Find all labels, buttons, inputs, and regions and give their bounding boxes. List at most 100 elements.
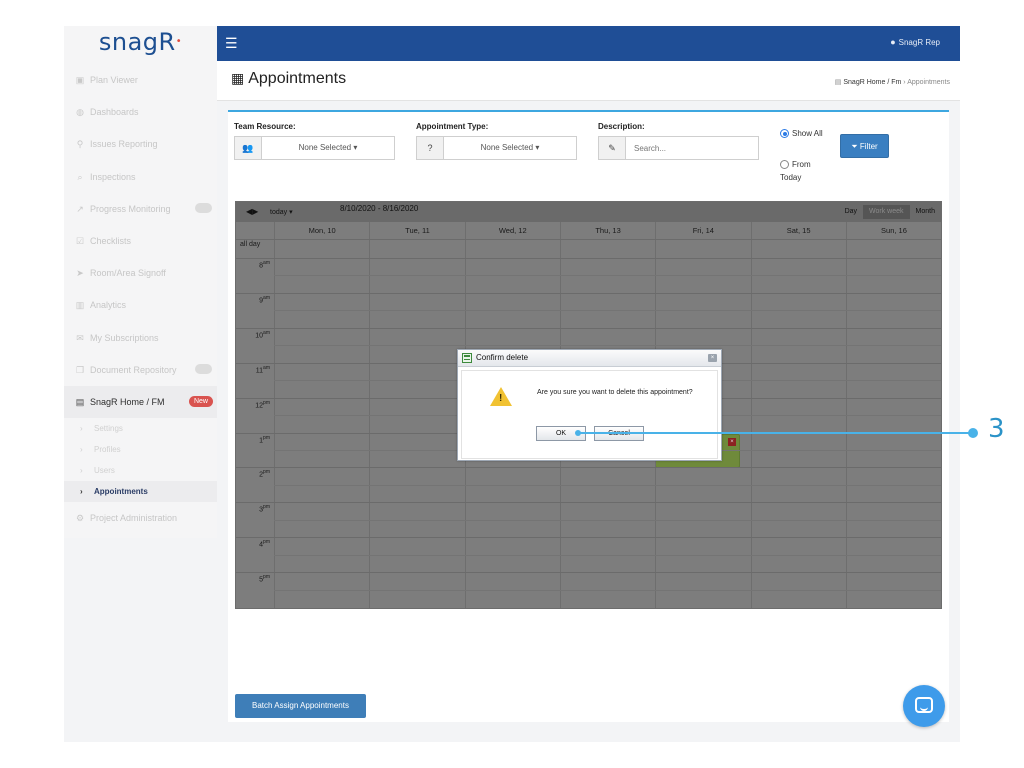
sidebar-subitem-label: Settings xyxy=(94,424,123,434)
view-month[interactable]: Month xyxy=(910,205,941,219)
sidebar-item-label: My Subscriptions xyxy=(90,332,159,343)
next-arrow-icon[interactable]: ▶ xyxy=(252,207,258,216)
building-icon: ▤ xyxy=(75,396,85,407)
radio-from-today[interactable]: From Today xyxy=(780,158,828,184)
sidebar: snagR• ▣ Plan Viewer ◍ Dashboards ⚲ Issues … xyxy=(64,26,217,742)
chevron-right-icon: › xyxy=(80,445,83,455)
today-dropdown[interactable]: today ▾ xyxy=(270,208,293,216)
page-title: ▦ Appointments xyxy=(231,70,346,88)
sidebar-item-progress-monitoring[interactable]: ↗ Progress Monitoring xyxy=(64,193,217,225)
hour-suffix: am xyxy=(263,260,270,266)
breadcrumb-link-home[interactable]: SnagR Home / Fm xyxy=(843,79,901,86)
hour-label: 12pm xyxy=(236,400,274,409)
chat-launcher-button[interactable] xyxy=(903,685,945,727)
new-badge: New xyxy=(188,395,213,407)
callout-line xyxy=(578,432,972,434)
hour-label: 4pm xyxy=(236,539,274,548)
edit-icon: ✎ xyxy=(599,137,626,159)
radio-show-all[interactable]: Show All xyxy=(780,127,828,140)
hour-label: 1pm xyxy=(236,435,274,444)
sidebar-item-label: Progress Monitoring xyxy=(90,203,171,214)
sidebar-item-issues-reporting[interactable]: ⚲ Issues Reporting xyxy=(64,128,217,160)
today-label: today xyxy=(270,209,288,216)
sidebar-subitem-label: Profiles xyxy=(94,445,121,455)
warning-exclamation-icon: ! xyxy=(499,393,503,404)
sidebar-nav: ▣ Plan Viewer ◍ Dashboards ⚲ Issues Reporti… xyxy=(64,64,217,534)
hour-gridline xyxy=(236,537,941,539)
sidebar-subitem-appointments[interactable]: › Appointments xyxy=(64,481,217,503)
chevron-right-icon: › xyxy=(80,487,83,497)
all-day-label: all day xyxy=(240,241,261,248)
close-icon[interactable]: × xyxy=(708,354,717,362)
sidebar-item-snagr-home-fm[interactable]: ▤ SnagR Home / FM New xyxy=(64,385,217,419)
hour-suffix: pm xyxy=(263,469,270,476)
caret-down-icon: ▾ xyxy=(535,143,540,152)
sidebar-item-dashboards[interactable]: ◍ Dashboards xyxy=(64,96,217,128)
hour-label: 3pm xyxy=(236,504,274,513)
description-search-input[interactable] xyxy=(626,140,754,156)
sidebar-item-my-subscriptions[interactable]: ✉ My Subscriptions xyxy=(64,322,217,354)
view-work-week[interactable]: Work week xyxy=(863,205,910,219)
hour-suffix: am xyxy=(263,364,270,371)
half-hour-gridline xyxy=(274,519,941,521)
batch-assign-button[interactable]: Batch Assign Appointments xyxy=(235,694,366,718)
delete-appointment-icon[interactable]: × xyxy=(728,438,736,446)
day-header: Sat, 15 xyxy=(750,222,846,239)
day-header: Fri, 14 xyxy=(655,222,750,239)
sidebar-subitem-label: Appointments xyxy=(94,487,148,497)
sidebar-filler xyxy=(64,538,217,742)
user-menu[interactable]: ● SnagR Rep xyxy=(890,37,940,47)
description-search[interactable]: ✎ xyxy=(598,136,759,160)
sidebar-item-project-administration[interactable]: ⚙ Project Administration xyxy=(64,502,217,534)
sidebar-item-inspections[interactable]: ⌕ Inspections xyxy=(64,161,217,193)
sidebar-item-room-area-signoff[interactable]: ➤ Room/Area Signoff xyxy=(64,257,217,289)
hour-number: 12 xyxy=(255,401,264,409)
dialog-title: Confirm delete xyxy=(476,353,529,362)
team-resource-value: None Selected ▾ xyxy=(262,137,394,159)
building-icon: ▤ xyxy=(834,79,842,86)
hour-number: 10 xyxy=(255,332,264,340)
sidebar-item-analytics[interactable]: ▥ Analytics xyxy=(64,289,217,321)
top-bar: ☰ ● SnagR Rep xyxy=(217,26,960,61)
filter-button[interactable]: ⏷ Filter xyxy=(840,134,889,158)
hour-suffix: pm xyxy=(263,434,270,441)
search-icon: ⌕ xyxy=(77,171,83,182)
calendar-toolbar: ◀▶ today ▾ 8/10/2020 - 8/16/2020 Day Work… xyxy=(236,202,941,222)
view-switcher: Day Work week Month xyxy=(839,205,941,219)
caret-down-icon: ▾ xyxy=(289,209,293,216)
checklist-icon: ☑ xyxy=(75,235,85,246)
team-resource-select[interactable]: 👥 None Selected ▾ xyxy=(234,136,395,160)
hour-gridline xyxy=(236,467,941,469)
user-icon: ● xyxy=(890,37,896,47)
sidebar-item-checklists[interactable]: ☑ Checklists xyxy=(64,225,217,257)
radio-unselected-icon[interactable] xyxy=(780,160,789,169)
hour-gridline xyxy=(236,292,941,294)
hour-label: 2pm xyxy=(236,469,274,478)
team-resource-label: Team Resource: xyxy=(234,122,296,131)
filter-funnel-icon: ⏷ xyxy=(851,142,858,151)
line-chart-icon: ↗ xyxy=(76,203,84,214)
appointment-type-select[interactable]: ? None Selected ▾ xyxy=(416,136,577,160)
sidebar-subitem-settings[interactable]: › Settings xyxy=(64,418,217,439)
half-hour-gridline xyxy=(274,554,941,556)
logo-bar[interactable]: snagR• xyxy=(64,26,217,61)
callout-end-dot xyxy=(968,428,978,438)
sidebar-item-document-repository[interactable]: ❐ Document Repository xyxy=(64,354,217,386)
sidebar-item-plan-viewer[interactable]: ▣ Plan Viewer xyxy=(64,64,217,96)
dashboard-icon: ◍ xyxy=(76,107,84,118)
hour-suffix: pm xyxy=(263,504,270,511)
dialog-titlebar: Confirm delete × xyxy=(458,350,721,367)
envelope-icon: ✉ xyxy=(76,332,84,343)
half-hour-gridline xyxy=(274,345,941,347)
view-day[interactable]: Day xyxy=(839,205,863,219)
sidebar-item-label: Room/Area Signoff xyxy=(90,268,166,279)
hour-suffix: am xyxy=(263,329,270,336)
hamburger-menu-icon[interactable]: ☰ xyxy=(225,36,238,50)
sidebar-subitem-users[interactable]: › Users xyxy=(64,460,217,481)
date-range: 8/10/2020 - 8/16/2020 xyxy=(340,204,419,213)
snagr-logo[interactable]: snagR• xyxy=(99,28,182,56)
half-hour-gridline xyxy=(274,275,941,277)
radio-selected-icon[interactable] xyxy=(780,129,789,138)
sidebar-item-label: Inspections xyxy=(90,171,136,182)
sidebar-subitem-profiles[interactable]: › Profiles xyxy=(64,439,217,460)
